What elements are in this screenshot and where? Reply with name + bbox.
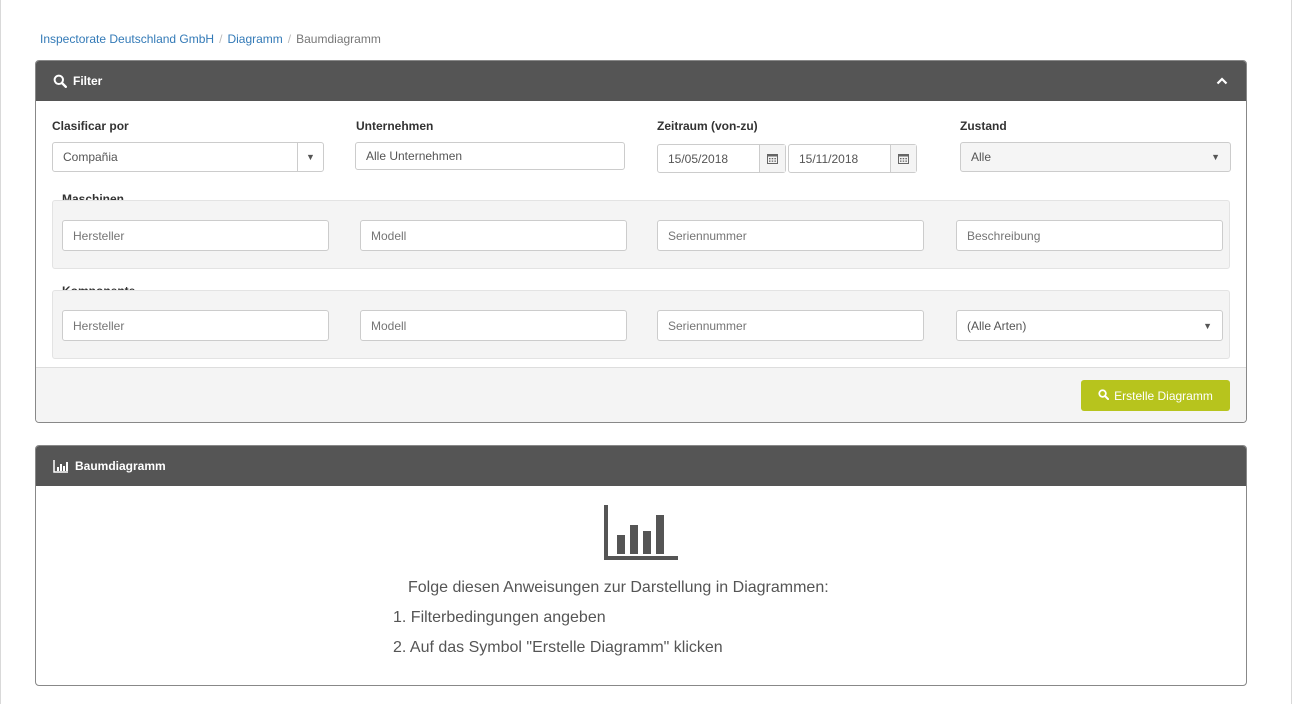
breadcrumb-link-company[interactable]: Inspectorate Deutschland GmbH xyxy=(40,32,214,46)
component-model-field[interactable] xyxy=(371,318,626,333)
calendar-icon[interactable] xyxy=(759,145,785,172)
calendar-icon[interactable] xyxy=(890,145,916,172)
chevron-up-icon[interactable] xyxy=(1216,77,1228,85)
component-serial-field[interactable] xyxy=(668,318,923,333)
component-manufacturer-field[interactable] xyxy=(73,318,328,333)
machine-description-input[interactable] xyxy=(956,220,1223,251)
machine-serial-field[interactable] xyxy=(668,228,923,243)
filter-panel-title: Filter xyxy=(73,74,103,88)
breadcrumb-link-diagram[interactable]: Diagramm xyxy=(227,32,282,46)
filter-panel-header[interactable]: Filter xyxy=(36,61,1246,101)
component-type-select[interactable]: (Alle Arten) ▼ xyxy=(956,310,1223,341)
instructions-step-2: 2. Auf das Symbol "Erstelle Diagramm" kl… xyxy=(393,639,723,656)
state-select[interactable]: Alle ▼ xyxy=(960,142,1231,172)
date-from-field[interactable]: 15/05/2018 xyxy=(657,144,786,173)
chart-panel: Baumdiagramm Folge diesen Anweisungen zu… xyxy=(35,445,1247,686)
component-model-input[interactable] xyxy=(360,310,627,341)
search-icon xyxy=(53,74,67,88)
caret-down-icon: ▼ xyxy=(1211,152,1220,162)
filter-panel: Filter Clasificar por Unternehmen Zeitra… xyxy=(35,60,1247,423)
caret-down-icon: ▼ xyxy=(297,143,323,171)
component-group: (Alle Arten) ▼ xyxy=(52,290,1230,359)
machine-description-field[interactable] xyxy=(967,228,1222,243)
classify-label: Clasificar por xyxy=(52,119,129,133)
create-diagram-button[interactable]: Erstelle Diagramm xyxy=(1081,380,1230,411)
state-value: Alle xyxy=(971,150,992,164)
create-diagram-label: Erstelle Diagramm xyxy=(1114,388,1213,403)
classify-select[interactable]: Compañia ▼ xyxy=(52,142,324,172)
classify-value: Compañia xyxy=(63,150,118,164)
company-field[interactable]: Alle Unternehmen xyxy=(355,142,625,170)
filter-footer: Erstelle Diagramm xyxy=(36,367,1246,422)
chart-panel-title: Baumdiagramm xyxy=(75,459,166,473)
breadcrumb: Inspectorate Deutschland GmbH / Diagramm / B… xyxy=(40,32,381,46)
search-icon xyxy=(1098,388,1110,403)
instructions-step-1: 1. Filterbedingungen angeben xyxy=(393,609,606,626)
machine-manufacturer-field[interactable] xyxy=(73,228,328,243)
machine-model-input[interactable] xyxy=(360,220,627,251)
company-label: Unternehmen xyxy=(356,119,434,133)
caret-down-icon: ▼ xyxy=(1203,321,1212,331)
machine-serial-input[interactable] xyxy=(657,220,924,251)
component-manufacturer-input[interactable] xyxy=(62,310,329,341)
machines-group xyxy=(52,200,1230,269)
breadcrumb-current: Baumdiagramm xyxy=(296,32,381,46)
company-value: Alle Unternehmen xyxy=(366,149,463,163)
instructions-intro: Folge diesen Anweisungen zur Darstellung… xyxy=(408,579,829,596)
breadcrumb-separator: / xyxy=(219,32,223,46)
breadcrumb-separator: / xyxy=(287,32,292,46)
component-serial-input[interactable] xyxy=(657,310,924,341)
machine-manufacturer-input[interactable] xyxy=(62,220,329,251)
bar-chart-icon xyxy=(604,505,680,564)
bar-chart-icon xyxy=(53,459,69,473)
chart-panel-header: Baumdiagramm xyxy=(36,446,1246,486)
machine-model-field[interactable] xyxy=(371,228,626,243)
date-to-field[interactable]: 15/11/2018 xyxy=(788,144,917,173)
state-label: Zustand xyxy=(960,119,1007,133)
component-type-value: (Alle Arten) xyxy=(967,318,1027,333)
period-label: Zeitraum (von-zu) xyxy=(657,119,758,133)
